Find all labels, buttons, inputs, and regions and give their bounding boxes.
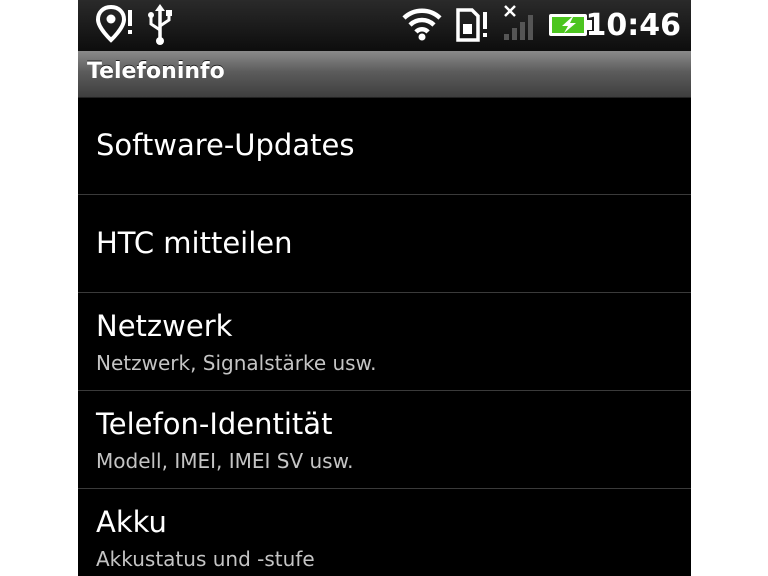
title-bar: Telefoninfo [78,51,691,98]
usb-icon [144,0,176,51]
status-bar: 10:46 [78,0,691,51]
page-title: Telefoninfo [87,59,225,84]
list-item-software-updates[interactable]: Software-Updates [78,97,691,195]
list-item-telefon-identitaet[interactable]: Telefon-Identität Modell, IMEI, IMEI SV … [78,391,691,489]
list-item-summary: Netzwerk, Signalstärke usw. [96,351,377,375]
settings-list: Software-Updates HTC mitteilen Netzwerk … [78,97,691,576]
list-item-label: Akku [96,505,167,539]
list-item-label: HTC mitteilen [96,226,293,260]
location-alert-icon [94,0,138,51]
status-clock: 10:46 [585,8,682,43]
no-signal-icon [500,0,540,51]
phone-screen: 10:46 Telefoninfo Software-Updates HTC m… [78,0,691,576]
wifi-icon [400,0,444,51]
list-item-label: Netzwerk [96,309,233,343]
list-item-htc-mitteilen[interactable]: HTC mitteilen [78,195,691,293]
sim-alert-icon [454,0,490,51]
list-item-akku[interactable]: Akku Akkustatus und -stufe [78,489,691,576]
list-item-netzwerk[interactable]: Netzwerk Netzwerk, Signalstärke usw. [78,293,691,391]
list-item-label: Telefon-Identität [96,407,333,441]
list-item-summary: Akkustatus und -stufe [96,547,315,571]
list-item-label: Software-Updates [96,128,355,162]
list-item-summary: Modell, IMEI, IMEI SV usw. [96,449,354,473]
